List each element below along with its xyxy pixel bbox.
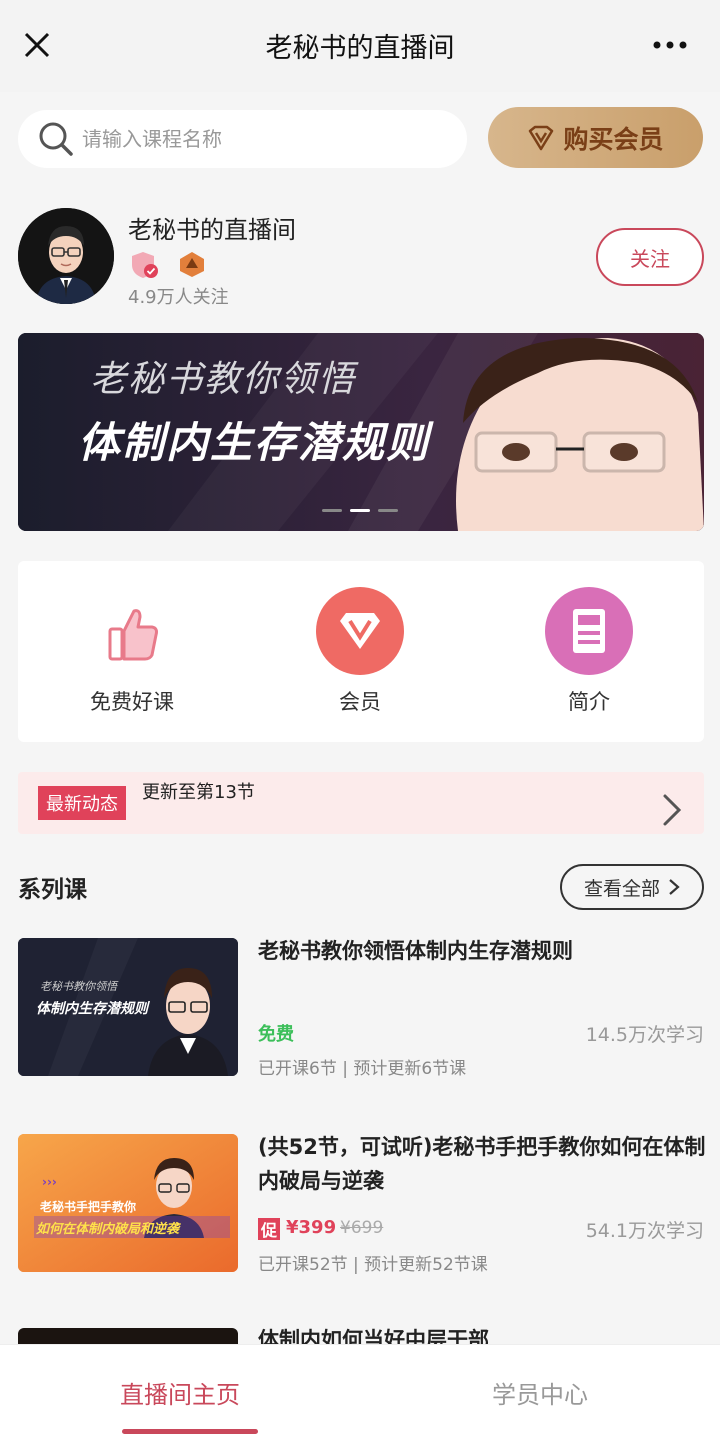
entry-introduction[interactable]: 简介 (475, 561, 703, 742)
thumbnail-title: 如何在体制内破局和逆袭 (36, 1222, 180, 1237)
entry-label: 会员 (339, 690, 381, 714)
tab-label: 直播间主页 (120, 1381, 240, 1409)
chevron-right-icon (663, 794, 682, 826)
course-card[interactable]: ››› 老秘书手把手教你 如何在体制内破局和逆袭 (共52节，可试听)老秘书手把… (0, 1130, 720, 1280)
buy-membership-label: 购买会员 (563, 124, 664, 154)
entry-label: 免费好课 (90, 690, 174, 714)
header-bar: 老秘书的直播间 (0, 0, 720, 92)
follower-count: 4.9万人关注 (128, 287, 229, 308)
avatar[interactable] (18, 208, 114, 304)
thumbnail-subtitle: 老秘书教你领悟 (40, 980, 117, 993)
svg-text:›››: ››› (42, 1175, 57, 1189)
view-all-label: 查看全部 (583, 877, 660, 900)
tab-label: 学员中心 (492, 1381, 588, 1409)
banner-subtitle: 老秘书教你领悟 (90, 359, 357, 400)
course-thumbnail (18, 1328, 238, 1344)
carousel-indicator (322, 509, 400, 513)
entry-membership[interactable]: 会员 (246, 561, 474, 742)
buy-membership-button[interactable]: 购买会员 (488, 107, 703, 168)
verified-shield-icon (132, 252, 158, 278)
thumbnail-subtitle: 老秘书手把手教你 (40, 1200, 137, 1214)
latest-news-text: 更新至第13节 (142, 782, 255, 803)
carousel-dot-active (350, 509, 370, 512)
chevron-right-icon (669, 879, 680, 895)
latest-news-tag: 最新动态 (38, 786, 126, 820)
course-card[interactable]: 老秘书教你领悟 体制内生存潜规则 老秘书教你领悟体制内生存潜规则 免费 14.5… (0, 936, 720, 1079)
carousel-dot (378, 509, 398, 512)
more-options-icon[interactable] (652, 40, 688, 50)
view-all-button[interactable]: 查看全部 (560, 864, 704, 910)
level-badge-icon (180, 252, 204, 277)
bottom-tab-bar: 直播间主页 学员中心 (0, 1344, 720, 1437)
promo-banner[interactable]: 老秘书教你领悟 体制内生存潜规则 (18, 333, 704, 531)
avatar-illustration (18, 208, 114, 304)
course-title: 体制内如何当好中层干部 (258, 1328, 489, 1344)
course-price: ¥399 (286, 1217, 337, 1238)
search-bar[interactable] (18, 110, 467, 168)
series-section-title: 系列课 (18, 877, 87, 903)
vip-diamond-icon (529, 125, 554, 150)
course-meta: 已开课52节 | 预计更新52节课 (258, 1255, 488, 1275)
promo-tag: 促 (258, 1218, 280, 1240)
course-price-free: 免费 (258, 1024, 294, 1045)
search-icon (39, 122, 73, 156)
quick-entry-panel: 免费好课 会员 简介 (18, 561, 704, 742)
follow-button[interactable]: 关注 (596, 228, 704, 286)
entry-free-courses[interactable]: 免费好课 (18, 561, 246, 742)
search-input[interactable] (82, 120, 452, 158)
course-original-price: ¥699 (340, 1218, 384, 1238)
vip-diamond-icon (316, 587, 404, 675)
course-title: (共52节，可试听)老秘书手把手教你如何在体制内破局与逆袭 (258, 1135, 706, 1193)
carousel-dot (322, 509, 342, 512)
tab-live-room-home[interactable]: 直播间主页 (0, 1345, 360, 1437)
course-title: 老秘书教你领悟体制内生存潜规则 (258, 939, 573, 963)
entry-label: 简介 (568, 690, 610, 714)
course-thumbnail: 老秘书教你领悟 体制内生存潜规则 (18, 938, 238, 1076)
channel-name: 老秘书的直播间 (128, 216, 296, 244)
banner-title: 体制内生存潜规则 (78, 418, 431, 467)
course-card[interactable]: 体制内如何当好中层干部 (0, 1326, 720, 1344)
active-tab-indicator (122, 1429, 258, 1434)
thumbs-up-icon (108, 609, 158, 661)
thumbnail-title: 体制内生存潜规则 (36, 1001, 148, 1017)
course-meta: 已开课6节 | 预计更新6节课 (258, 1059, 467, 1079)
course-thumbnail: ››› 老秘书手把手教你 如何在体制内破局和逆袭 (18, 1134, 238, 1272)
tab-student-center[interactable]: 学员中心 (360, 1345, 720, 1437)
course-learner-count: 14.5万次学习 (585, 1024, 704, 1046)
document-icon (545, 587, 633, 675)
page-title: 老秘书的直播间 (265, 33, 455, 64)
course-learner-count: 54.1万次学习 (585, 1220, 704, 1242)
latest-news-bar[interactable]: 最新动态 更新至第13节 (18, 772, 704, 834)
